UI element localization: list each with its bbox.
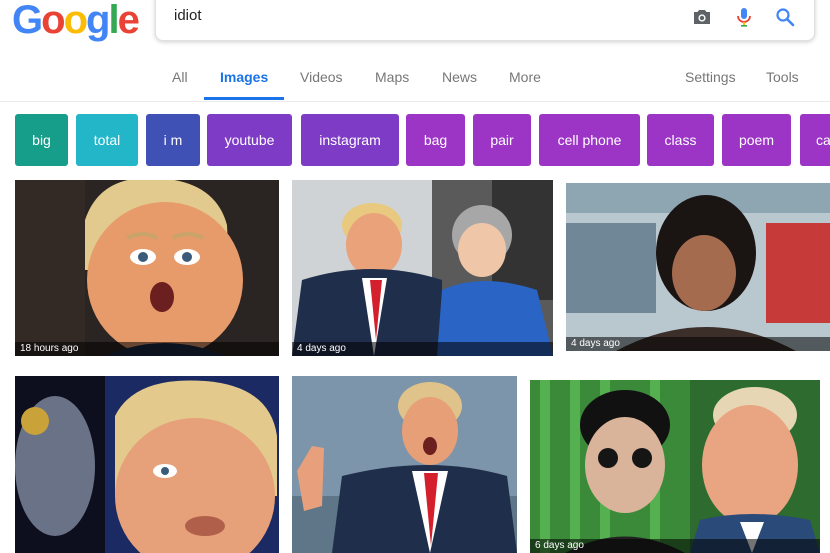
tab-maps[interactable]: Maps [375, 69, 409, 85]
result-timestamp: 18 hours ago [15, 342, 279, 356]
result-image [530, 380, 820, 553]
result-image [15, 376, 279, 553]
result-timestamp: 4 days ago [292, 342, 553, 356]
chip-poem[interactable]: poem [722, 114, 791, 166]
result-timestamp: 4 days ago [566, 337, 830, 351]
chip-instagram[interactable]: instagram [301, 114, 399, 166]
search-results-page: Google idiot All Images Videos Maps News… [0, 0, 830, 553]
logo-letter: l [108, 0, 119, 42]
related-search-chips: big total i m youtube instagram bag pair… [15, 114, 830, 166]
tab-videos[interactable]: Videos [300, 69, 343, 85]
image-result[interactable] [292, 376, 517, 553]
image-result[interactable] [15, 376, 279, 553]
chip-pair[interactable]: pair [473, 114, 531, 166]
result-image [15, 180, 279, 356]
logo-letter: o [63, 0, 88, 42]
image-result[interactable]: 6 days ago [530, 380, 820, 553]
tab-all[interactable]: All [172, 69, 188, 85]
chip-youtube[interactable]: youtube [207, 114, 292, 166]
chip-bag[interactable]: bag [406, 114, 465, 166]
tab-more[interactable]: More [509, 69, 541, 85]
result-image [292, 180, 553, 356]
active-tab-indicator [204, 97, 284, 100]
camera-icon[interactable] [690, 5, 714, 29]
tab-settings[interactable]: Settings [685, 69, 736, 85]
image-result[interactable]: 4 days ago [566, 183, 830, 351]
chip-class[interactable]: class [647, 114, 714, 166]
chip-ca[interactable]: ca [800, 114, 830, 166]
google-logo[interactable]: Google [12, 0, 140, 43]
microphone-icon[interactable] [732, 5, 756, 29]
chip-total[interactable]: total [76, 114, 138, 166]
tab-news[interactable]: News [442, 69, 477, 85]
logo-letter: G [12, 0, 43, 42]
result-image [566, 183, 830, 351]
search-tabs: All Images Videos Maps News More Setting… [0, 60, 830, 102]
chip-big[interactable]: big [15, 114, 68, 166]
search-box[interactable]: idiot [155, 0, 815, 41]
chip-i-m[interactable]: i m [146, 114, 200, 166]
tab-tools[interactable]: Tools [766, 69, 799, 85]
logo-letter: e [117, 0, 140, 42]
search-input[interactable]: idiot [174, 7, 202, 24]
logo-letter: o [41, 0, 65, 42]
tab-images[interactable]: Images [220, 69, 268, 85]
result-timestamp: 6 days ago [530, 539, 820, 553]
result-image [292, 376, 517, 553]
chip-cell-phone[interactable]: cell phone [539, 114, 640, 166]
image-result[interactable]: 4 days ago [292, 180, 553, 356]
logo-letter: g [86, 0, 110, 42]
image-result[interactable]: 18 hours ago [15, 180, 279, 356]
search-icon[interactable] [773, 5, 797, 29]
